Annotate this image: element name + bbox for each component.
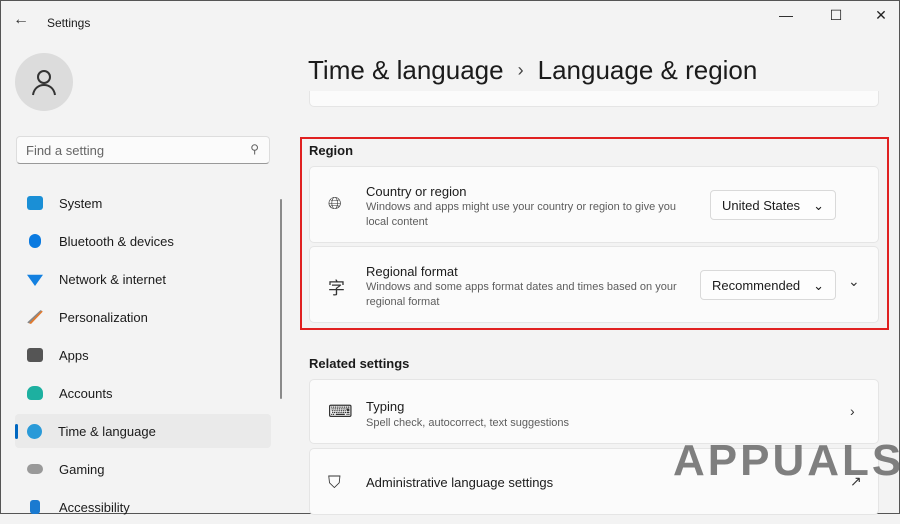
- related-heading: Related settings: [309, 356, 410, 371]
- sidebar-item-label: Accounts: [59, 385, 113, 401]
- sidebar-item-label: Bluetooth & devices: [59, 233, 174, 249]
- sidebar-item-network[interactable]: Network & internet: [15, 262, 271, 296]
- country-desc: Windows and apps might use your country …: [366, 201, 676, 228]
- globe-icon: 🌐︎: [328, 194, 342, 213]
- sidebar-item-bluetooth[interactable]: Bluetooth & devices: [15, 224, 271, 258]
- country-region-card: 🌐︎ Country or region Windows and apps mi…: [309, 166, 879, 243]
- chevron-down-icon: ⌄: [813, 278, 824, 293]
- maximize-button[interactable]: ☐: [821, 7, 851, 24]
- sidebar-item-label: Gaming: [59, 461, 105, 477]
- wifi-icon: [27, 274, 43, 286]
- sidebar-item-label: System: [59, 195, 103, 211]
- watermark-logo: APPUALS: [673, 436, 900, 485]
- language-format-icon: 字: [328, 279, 345, 298]
- system-icon: [27, 196, 43, 210]
- gamepad-icon: [27, 464, 43, 474]
- admin-shield-icon: ⛉: [328, 473, 341, 492]
- sidebar-item-system[interactable]: System: [15, 186, 271, 220]
- sidebar-item-accessibility[interactable]: Accessibility: [15, 490, 271, 524]
- back-button[interactable]: ←: [13, 11, 29, 29]
- typing-desc: Spell check, autocorrect, text suggestio…: [366, 417, 569, 429]
- user-icon: [32, 70, 56, 96]
- typing-card[interactable]: ⌨ Typing Spell check, autocorrect, text …: [309, 379, 879, 444]
- search-input[interactable]: Find a setting ⚲: [16, 136, 270, 164]
- format-title: Regional format: [366, 264, 458, 279]
- accounts-icon: [27, 386, 43, 400]
- title-bar: ← Settings — ☐ ✕: [1, 1, 900, 45]
- expand-chevron-icon[interactable]: ⌄: [848, 273, 860, 290]
- format-value: Recommended: [712, 278, 801, 293]
- country-value: United States: [722, 198, 801, 213]
- sidebar-item-apps[interactable]: Apps: [15, 338, 271, 372]
- chevron-right-icon: ›: [850, 403, 855, 419]
- sidebar-item-label: Personalization: [59, 309, 148, 325]
- region-heading: Region: [309, 143, 354, 158]
- format-desc: Windows and some apps format dates and t…: [366, 281, 677, 308]
- keyboard-icon: ⌨: [328, 402, 353, 421]
- sidebar-item-time-language[interactable]: Time & language: [15, 414, 271, 448]
- avatar[interactable]: [15, 53, 73, 111]
- minimize-button[interactable]: —: [771, 7, 801, 23]
- sidebar-item-personalization[interactable]: Personalization: [15, 300, 271, 334]
- accessibility-icon: [30, 500, 40, 514]
- search-placeholder: Find a setting: [26, 143, 105, 158]
- clock-globe-icon: [27, 423, 42, 439]
- breadcrumb-parent[interactable]: Time & language: [308, 55, 504, 86]
- page-title: Language & region: [537, 55, 758, 85]
- sidebar-item-label: Accessibility: [59, 499, 130, 515]
- close-button[interactable]: ✕: [866, 7, 896, 24]
- regional-format-card[interactable]: 字 Regional format Windows and some apps …: [309, 246, 879, 323]
- sidebar-item-label: Apps: [59, 347, 89, 363]
- chevron-down-icon: ⌄: [813, 198, 824, 213]
- brush-icon: [27, 310, 43, 324]
- country-dropdown[interactable]: United States ⌄: [710, 190, 836, 220]
- sidebar-item-accounts[interactable]: Accounts: [15, 376, 271, 410]
- breadcrumb: Time & language › Language & region: [308, 55, 757, 86]
- sidebar-scrollbar[interactable]: [280, 199, 282, 399]
- country-title: Country or region: [366, 184, 467, 199]
- sidebar-item-gaming[interactable]: Gaming: [15, 452, 271, 486]
- chevron-right-icon: ›: [517, 60, 524, 80]
- previous-card: [309, 91, 879, 107]
- typing-title: Typing: [366, 399, 405, 414]
- app-title: Settings: [47, 16, 91, 30]
- admin-title: Administrative language settings: [366, 475, 554, 490]
- bluetooth-icon: [29, 234, 41, 248]
- apps-icon: [27, 348, 43, 362]
- sidebar-item-label: Network & internet: [59, 271, 166, 287]
- search-icon: ⚲: [250, 142, 259, 156]
- format-dropdown[interactable]: Recommended ⌄: [700, 270, 836, 300]
- sidebar-item-label: Time & language: [58, 423, 156, 439]
